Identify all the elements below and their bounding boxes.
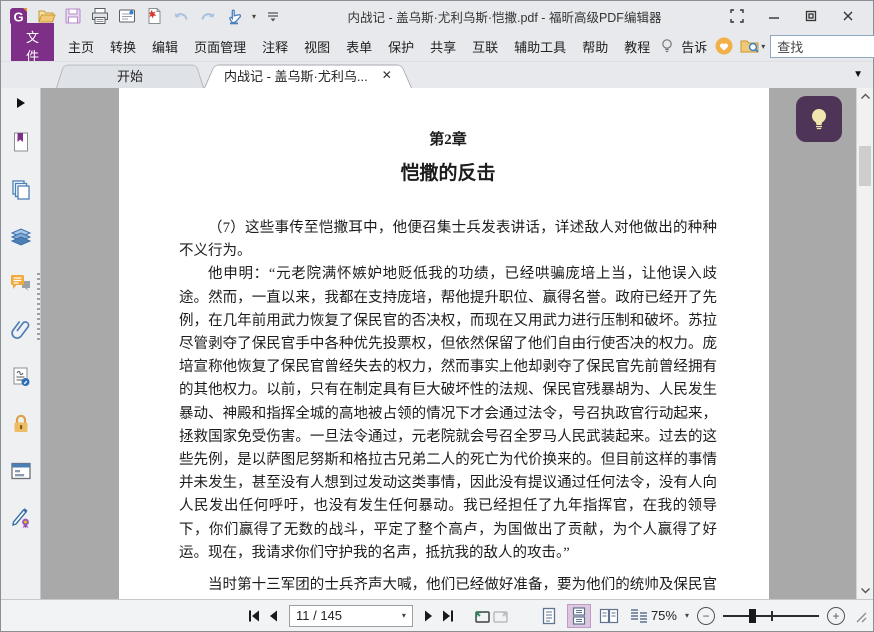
hand-tool-button[interactable] <box>225 6 245 26</box>
last-page-button[interactable] <box>438 605 458 627</box>
zoom-slider[interactable] <box>723 608 819 624</box>
print-button[interactable] <box>90 6 110 26</box>
menu-view[interactable]: 视图 <box>296 33 338 60</box>
scrollbar-thumb[interactable] <box>859 146 871 186</box>
facing-view-button[interactable] <box>597 604 621 628</box>
next-view-button[interactable] <box>491 605 511 627</box>
attachments-panel-icon[interactable] <box>9 318 33 342</box>
menu-connect[interactable]: 互联 <box>464 33 506 60</box>
menu-bar: 文件 主页 转换 编辑 页面管理 注释 视图 表单 保护 共享 互联 辅助工具 … <box>1 23 874 69</box>
zoom-level-caret[interactable]: ▾ <box>685 611 689 620</box>
chapter-number: 第2章 <box>429 132 467 148</box>
tell-me-bulb-icon <box>658 36 676 56</box>
redo-button[interactable] <box>198 6 218 26</box>
menu-items: 主页 转换 编辑 页面管理 注释 视图 表单 保护 共享 互联 辅助工具 帮助 … <box>60 33 658 60</box>
pdf-page: 第2章 恺撒的反击 （7）这些事传至恺撒耳中，他便召集士兵发表讲话，详述敌人对他… <box>119 88 769 599</box>
continuous-facing-view-button[interactable] <box>627 604 651 628</box>
page-number-value: 11 / 145 <box>296 608 343 623</box>
save-button[interactable] <box>63 6 83 26</box>
zoom-in-button[interactable]: + <box>827 606 845 625</box>
resize-grip-icon[interactable] <box>853 609 867 623</box>
close-button[interactable] <box>837 6 859 26</box>
tab-document-label: 内战记 - 盖乌斯·尤利乌... <box>224 68 368 84</box>
menu-page-organize[interactable]: 页面管理 <box>186 33 254 60</box>
pages-panel-icon[interactable] <box>9 177 33 201</box>
assistant-bulb-button[interactable] <box>796 96 842 142</box>
status-bar: 11 / 145 ▾ 75% ▾ − + <box>1 599 873 631</box>
find-placeholder: 查找 <box>777 39 804 55</box>
menu-comment[interactable]: 注释 <box>254 33 296 60</box>
lightbulb-icon <box>812 109 826 131</box>
vertical-scrollbar[interactable] <box>856 88 873 599</box>
chapter-title: 恺撒的反击 <box>400 163 496 184</box>
title-bar: G ▾ 内战记 - 盖乌斯·尤利乌斯·恺撒.pdf - 福昕高级PDF编辑器 <box>1 1 873 31</box>
window-controls <box>726 6 865 26</box>
menu-edit[interactable]: 编辑 <box>144 33 186 60</box>
paragraph-3: 当时第十三军团的士兵齐声大喊，他们已经做好准备，要为他们的统帅及保民官受到的不公… <box>179 574 717 599</box>
email-button[interactable] <box>117 6 137 26</box>
main-area: 第2章 恺撒的反击 （7）这些事传至恺撒耳中，他便召集士兵发表讲话，详述敌人对他… <box>1 88 873 599</box>
bookmarks-panel-icon[interactable] <box>9 130 33 154</box>
menu-accessibility[interactable]: 辅助工具 <box>506 33 574 60</box>
zoom-slider-tick <box>771 610 773 621</box>
menu-help[interactable]: 帮助 <box>574 33 616 60</box>
arrange-windows-button[interactable] <box>726 6 748 26</box>
sign-panel-icon[interactable] <box>9 506 33 530</box>
find-search-box[interactable]: 查找 <box>770 34 874 58</box>
continuous-view-button[interactable] <box>566 603 591 628</box>
paragraph-2: 他申明：“元老院满怀嫉妒地贬低我的功绩，已经哄骗庞培上当，让他误入歧途。然而，一… <box>179 266 717 561</box>
paragraph-1: （7）这些事传至恺撒耳中，他便召集士兵发表讲话，详述敌人对他做出的种种不义行为。 <box>179 220 717 260</box>
hand-tool-dropdown-caret[interactable]: ▾ <box>252 12 256 21</box>
previous-page-button[interactable] <box>264 605 284 627</box>
customize-toolbar-button[interactable] <box>263 6 283 26</box>
scroll-down-icon[interactable] <box>857 583 873 599</box>
menu-form[interactable]: 表单 <box>338 33 380 60</box>
menu-tutorial[interactable]: 教程 <box>616 33 658 60</box>
single-page-view-button[interactable] <box>537 604 561 628</box>
tab-start-label: 开始 <box>116 68 143 84</box>
first-page-button[interactable] <box>244 605 264 627</box>
menu-home[interactable]: 主页 <box>60 33 102 60</box>
layers-panel-icon[interactable] <box>9 224 33 248</box>
new-document-button[interactable] <box>144 6 164 26</box>
restore-button[interactable] <box>800 6 822 26</box>
tab-close-icon[interactable]: ✕ <box>382 69 392 81</box>
expand-panel-icon[interactable] <box>9 96 33 110</box>
tab-start[interactable]: 开始 <box>56 62 204 88</box>
page-view-modes <box>537 603 651 628</box>
menu-convert[interactable]: 转换 <box>102 33 144 60</box>
tab-list-dropdown-icon[interactable]: ▼ <box>853 69 863 80</box>
zoom-level-value[interactable]: 75% <box>651 608 677 623</box>
menu-right-tools: 告诉 ▾ 查找 ▾ ◁ ▷ <box>658 33 874 60</box>
scroll-up-icon[interactable] <box>857 88 873 104</box>
previous-view-button[interactable] <box>472 605 492 627</box>
next-page-button[interactable] <box>419 605 439 627</box>
document-view[interactable]: 第2章 恺撒的反击 （7）这些事传至恺撒耳中，他便召集士兵发表讲话，详述敌人对他… <box>41 88 856 599</box>
page-number-input[interactable]: 11 / 145 ▾ <box>289 604 413 627</box>
app-window: G ▾ 内战记 - 盖乌斯·尤利乌斯·恺撒.pdf - 福昕高级PDF编辑器 文… <box>0 0 874 632</box>
zoom-out-button[interactable]: − <box>697 606 715 625</box>
tab-document[interactable]: 内战记 - 盖乌斯·尤利乌... ✕ <box>204 62 412 88</box>
menu-protect[interactable]: 保护 <box>380 33 422 60</box>
paragraph-3-text: 当时第十三军团的士兵齐声大喊，他们已经做好准备，要为他们的统帅及保民官受到的不公… <box>208 577 717 594</box>
digital-signatures-panel-icon[interactable] <box>9 365 33 389</box>
panel-splitter-handle[interactable] <box>37 273 40 343</box>
document-tab-bar: 开始 内战记 - 盖乌斯·尤利乌... ✕ ▼ <box>1 61 873 88</box>
security-panel-icon[interactable] <box>9 412 33 436</box>
window-title: 内战记 - 盖乌斯·尤利乌斯·恺撒.pdf - 福昕高级PDF编辑器 <box>347 10 662 25</box>
form-fields-panel-icon[interactable] <box>9 459 33 483</box>
comments-panel-icon[interactable] <box>9 271 33 295</box>
tell-me-button[interactable]: 告诉 <box>681 33 709 60</box>
minimize-button[interactable] <box>763 6 785 26</box>
navigation-panel-bar <box>1 88 41 599</box>
undo-button[interactable] <box>171 6 191 26</box>
zoom-controls: 75% ▾ − + <box>651 606 873 625</box>
page-number-caret[interactable]: ▾ <box>402 611 406 620</box>
search-folder-icon[interactable]: ▾ <box>739 36 765 56</box>
donate-heart-icon[interactable] <box>714 36 734 56</box>
menu-share[interactable]: 共享 <box>422 33 464 60</box>
search-folder-caret[interactable]: ▾ <box>761 42 765 51</box>
zoom-slider-thumb[interactable] <box>749 608 756 623</box>
